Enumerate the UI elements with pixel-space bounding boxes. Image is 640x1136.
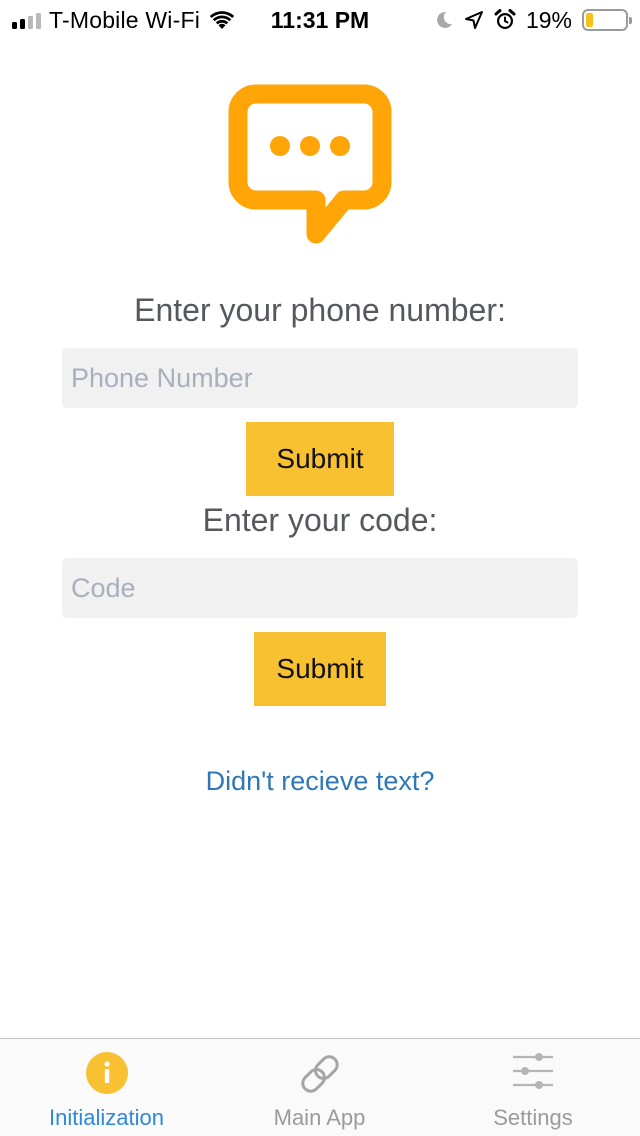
tab-bar: Initialization Main App Settings (0, 1038, 640, 1136)
submit-phone-button[interactable]: Submit (246, 422, 394, 496)
tab-initialization-label: Initialization (49, 1105, 164, 1130)
battery-level (586, 13, 593, 27)
battery-percent: 19% (525, 6, 572, 33)
status-bar-right: 19% (434, 6, 632, 33)
alarm-icon (494, 9, 516, 29)
tab-main-app[interactable]: Main App (213, 1039, 426, 1136)
submit-code-button[interactable]: Submit (254, 632, 386, 706)
phone-number-label: Enter your phone number: (134, 292, 506, 328)
info-icon (85, 1052, 128, 1094)
location-arrow-icon (464, 11, 483, 29)
tab-main-app-label: Main App (273, 1105, 366, 1130)
tab-settings[interactable]: Settings (426, 1039, 640, 1136)
tab-initialization[interactable]: Initialization (0, 1039, 213, 1136)
battery-icon (582, 9, 632, 31)
phone-number-input[interactable] (62, 348, 578, 408)
resend-text-link[interactable]: Didn't recieve text? (0, 766, 640, 797)
code-label: Enter your code: (202, 502, 438, 538)
tab-settings-label: Settings (493, 1105, 573, 1130)
status-bar: T-Mobile Wi-Fi 11:31 PM 19% (0, 0, 640, 40)
code-input[interactable] (62, 558, 578, 618)
chat-bubble-icon (228, 84, 392, 244)
link-icon (300, 1055, 339, 1093)
sliders-icon (513, 1053, 553, 1089)
moon-icon (437, 11, 452, 28)
